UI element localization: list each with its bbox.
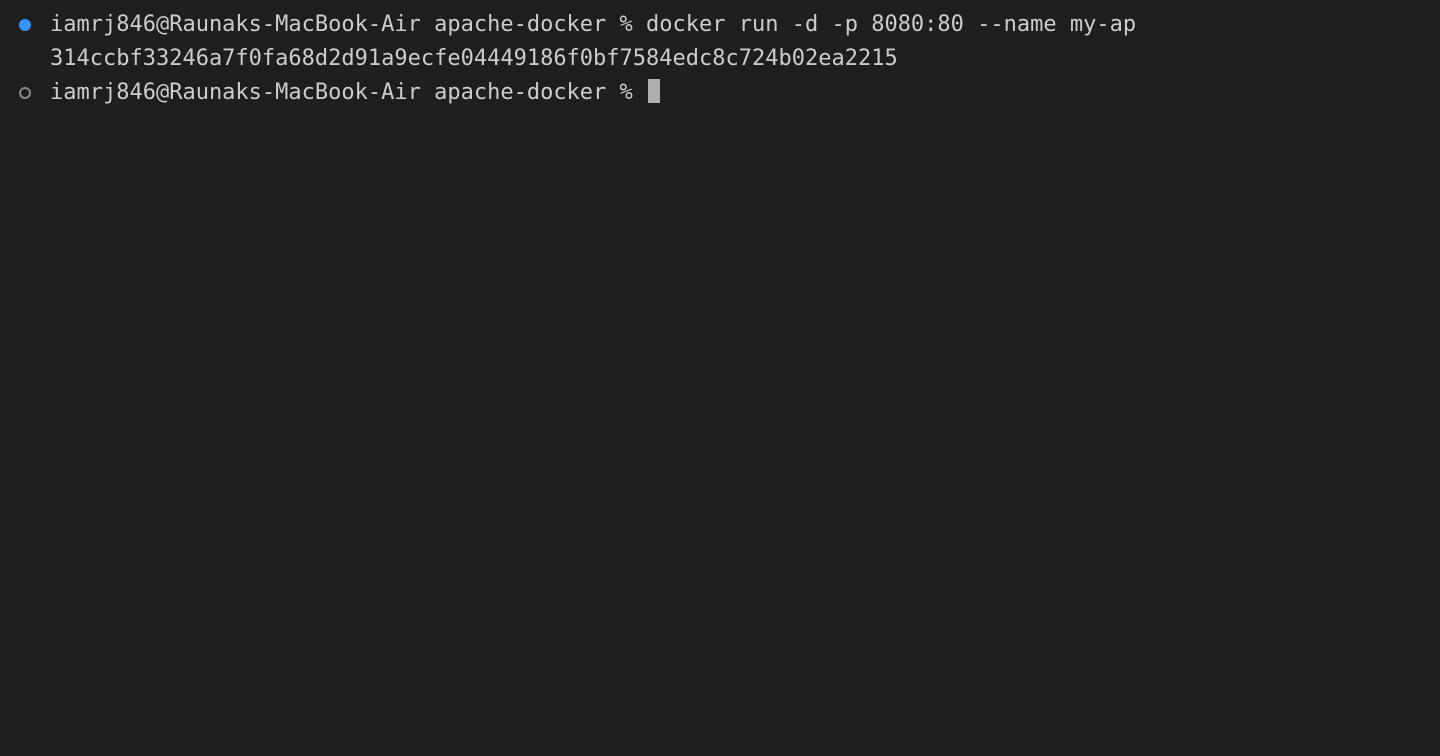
- command-marker-icon: [19, 19, 31, 31]
- shell-command: docker run -d -p 8080:80 --name my-ap: [646, 12, 1136, 37]
- prompt-marker-icon: [19, 87, 31, 99]
- terminal-command-line: iamrj846@Raunaks-MacBook-Air apache-dock…: [0, 8, 1440, 42]
- terminal-line-content: iamrj846@Raunaks-MacBook-Air apache-dock…: [50, 76, 660, 110]
- terminal-line-content: iamrj846@Raunaks-MacBook-Air apache-dock…: [50, 8, 1136, 42]
- gutter: [0, 76, 50, 99]
- shell-prompt: iamrj846@Raunaks-MacBook-Air apache-dock…: [50, 80, 646, 105]
- terminal-cursor: [648, 79, 660, 103]
- terminal-prompt-line[interactable]: iamrj846@Raunaks-MacBook-Air apache-dock…: [0, 76, 1440, 110]
- gutter: [0, 8, 50, 31]
- shell-prompt: iamrj846@Raunaks-MacBook-Air apache-dock…: [50, 12, 646, 37]
- container-hash-output: 314ccbf33246a7f0fa68d2d91a9ecfe04449186f…: [50, 46, 898, 71]
- terminal-output-line: 314ccbf33246a7f0fa68d2d91a9ecfe04449186f…: [0, 42, 1440, 76]
- terminal-panel[interactable]: iamrj846@Raunaks-MacBook-Air apache-dock…: [0, 8, 1440, 748]
